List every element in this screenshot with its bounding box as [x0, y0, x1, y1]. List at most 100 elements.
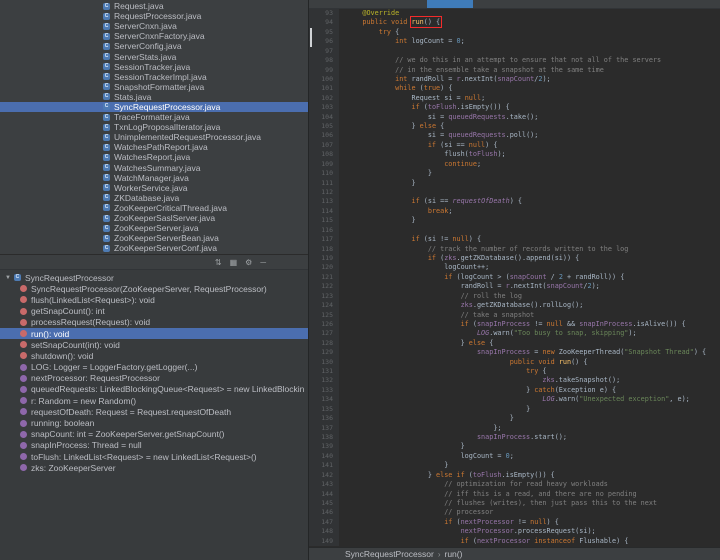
code-line[interactable]: 112	[309, 188, 720, 198]
line-number[interactable]: 93	[309, 9, 339, 19]
code-line[interactable]: 96 int logCount = 0;	[309, 37, 720, 47]
code-line[interactable]: 122 randRoll = r.nextInt(snapCount/2);	[309, 282, 720, 292]
structure-list[interactable]: ▼ C SyncRequestProcessor SyncRequestProcess…	[0, 270, 308, 560]
code-line[interactable]: 128 } else {	[309, 338, 720, 349]
code-line[interactable]: 145 // flushes (writes), then just pass …	[309, 498, 720, 509]
structure-item[interactable]: nextProcessor: RequestProcessor	[0, 373, 308, 384]
structure-item[interactable]: getSnapCount(): int	[0, 306, 308, 317]
line-number[interactable]: 142	[309, 470, 339, 481]
editor-tab[interactable]	[473, 0, 720, 8]
code-line[interactable]: 116	[309, 225, 720, 236]
tree-item[interactable]: C ZooKeeperServerConf.java	[0, 243, 308, 253]
code-lines[interactable]: 93 @Override 94 public void run() {95 try…	[309, 9, 720, 547]
tree-item[interactable]: C TraceFormatter.java	[0, 112, 308, 122]
line-number[interactable]: 103	[309, 103, 339, 113]
code-line[interactable]: 130 public void run() {	[309, 357, 720, 368]
code-line[interactable]: 147 if (nextProcessor != null) {	[309, 517, 720, 528]
line-number[interactable]: 143	[309, 480, 339, 490]
code-line[interactable]: 139 }	[309, 442, 720, 452]
tree-item[interactable]: C ServerStats.java	[0, 51, 308, 62]
line-number[interactable]: 115	[309, 216, 339, 226]
line-number[interactable]: 120	[309, 263, 339, 273]
line-number[interactable]: 113	[309, 197, 339, 207]
structure-item[interactable]: queuedRequests: LinkedBlockingQueue<Requ…	[0, 384, 308, 395]
tree-item[interactable]: C ZKDatabase.java	[0, 193, 308, 203]
tree-item[interactable]: C SessionTrackerImpl.java	[0, 72, 308, 82]
line-number[interactable]: 130	[309, 357, 339, 368]
structure-item[interactable]: SyncRequestProcessor(ZooKeeperServer, Re…	[0, 283, 308, 294]
line-number[interactable]: 101	[309, 84, 339, 94]
tree-item[interactable]: C ZooKeeperServerBean.java	[0, 233, 308, 243]
structure-item[interactable]: running: boolean	[0, 417, 308, 428]
code-line[interactable]: 149 if (nextProcessor instanceof Flushab…	[309, 536, 720, 547]
line-number[interactable]: 122	[309, 282, 339, 292]
code-line[interactable]: 126 if (snapInProcess != null && snapInP…	[309, 319, 720, 330]
code-line[interactable]: 133 } catch(Exception e) {	[309, 385, 720, 396]
line-number[interactable]: 119	[309, 253, 339, 264]
code-line[interactable]: 141 }	[309, 461, 720, 471]
line-number[interactable]: 95	[309, 27, 339, 38]
line-number[interactable]: 116	[309, 225, 339, 236]
group-members-icon[interactable]: ▦	[230, 258, 238, 267]
line-number[interactable]: 131	[309, 367, 339, 377]
editor-tab-bar[interactable]	[309, 0, 720, 9]
line-number[interactable]: 105	[309, 122, 339, 132]
expand-arrow-icon[interactable]: ▼	[5, 275, 11, 281]
line-number[interactable]: 125	[309, 310, 339, 320]
structure-item[interactable]: snapInProcess: Thread = null	[0, 440, 308, 451]
code-line[interactable]: 134 LOG.warn("Unexpected exception", e);	[309, 395, 720, 405]
code-line[interactable]: 123 // roll the log	[309, 291, 720, 302]
code-line[interactable]: 142 } else if (toFlush.isEmpty()) {	[309, 470, 720, 481]
code-line[interactable]: 119 if (zks.getZKDatabase().append(si)) …	[309, 253, 720, 264]
code-line[interactable]: 118 // track the number of records writt…	[309, 244, 720, 254]
line-number[interactable]: 147	[309, 517, 339, 528]
tree-item[interactable]: C ZooKeeperCriticalThread.java	[0, 203, 308, 213]
structure-item[interactable]: zks: ZooKeeperServer	[0, 462, 308, 473]
tree-item[interactable]: C Stats.java	[0, 92, 308, 102]
tree-item[interactable]: C WorkerService.java	[0, 183, 308, 193]
line-number[interactable]: 137	[309, 423, 339, 433]
code-line[interactable]: 100 int randRoll = r.nextInt(snapCount/2…	[309, 74, 720, 85]
code-line[interactable]: 106 si = queuedRequests.poll();	[309, 131, 720, 141]
structure-item[interactable]: snapCount: int = ZooKeeperServer.getSnap…	[0, 429, 308, 440]
structure-item[interactable]: ▼ C SyncRequestProcessor	[0, 272, 308, 283]
code-editor[interactable]: 93 @Override 94 public void run() {95 try…	[308, 0, 720, 560]
code-line[interactable]: 135 }	[309, 404, 720, 415]
code-line[interactable]: 97	[309, 46, 720, 57]
tree-item[interactable]: C ServerCnxnFactory.java	[0, 31, 308, 41]
structure-item[interactable]: processRequest(Request): void	[0, 317, 308, 328]
line-number[interactable]: 99	[309, 65, 339, 75]
line-number[interactable]: 133	[309, 385, 339, 396]
code-line[interactable]: 110 }	[309, 169, 720, 179]
code-line[interactable]: 108 flush(toFlush);	[309, 150, 720, 160]
code-line[interactable]: 113 if (si == requestOfDeath) {	[309, 197, 720, 207]
breadcrumb-class[interactable]: SyncRequestProcessor	[345, 549, 434, 559]
structure-item[interactable]: LOG: Logger = LoggerFactory.getLogger(..…	[0, 362, 308, 373]
code-line[interactable]: 103 if (toFlush.isEmpty()) {	[309, 103, 720, 113]
line-number[interactable]: 145	[309, 498, 339, 509]
line-number[interactable]: 148	[309, 527, 339, 537]
code-line[interactable]: 104 si = queuedRequests.take();	[309, 112, 720, 123]
tree-item[interactable]: C UnimplementedRequestProcessor.java	[0, 132, 308, 142]
code-line[interactable]: 148 nextProcessor.processRequest(si);	[309, 527, 720, 537]
tree-item[interactable]: C WatchManager.java	[0, 173, 308, 183]
structure-item[interactable]: requestOfDeath: Request = Request.reques…	[0, 406, 308, 417]
code-line[interactable]: 137 };	[309, 423, 720, 433]
line-number[interactable]: 132	[309, 376, 339, 386]
line-number[interactable]: 96	[309, 37, 339, 47]
line-number[interactable]: 117	[309, 235, 339, 245]
line-number[interactable]: 127	[309, 329, 339, 339]
line-number[interactable]: 146	[309, 508, 339, 518]
line-number[interactable]: 94	[309, 18, 339, 28]
code-line[interactable]: 107 if (si == null) {	[309, 140, 720, 151]
line-number[interactable]: 106	[309, 131, 339, 141]
code-line[interactable]: 102 Request si = null;	[309, 93, 720, 104]
line-number[interactable]: 112	[309, 188, 339, 198]
code-line[interactable]: 140 logCount = 0;	[309, 451, 720, 462]
line-number[interactable]: 139	[309, 442, 339, 452]
line-number[interactable]: 135	[309, 404, 339, 415]
line-number[interactable]: 102	[309, 93, 339, 104]
tree-item[interactable]: C ZooKeeperSaslServer.java	[0, 213, 308, 223]
code-line[interactable]: 121 if (logCount > (snapCount / 2 + rand…	[309, 272, 720, 283]
structure-item[interactable]: shutdown(): void	[0, 350, 308, 361]
